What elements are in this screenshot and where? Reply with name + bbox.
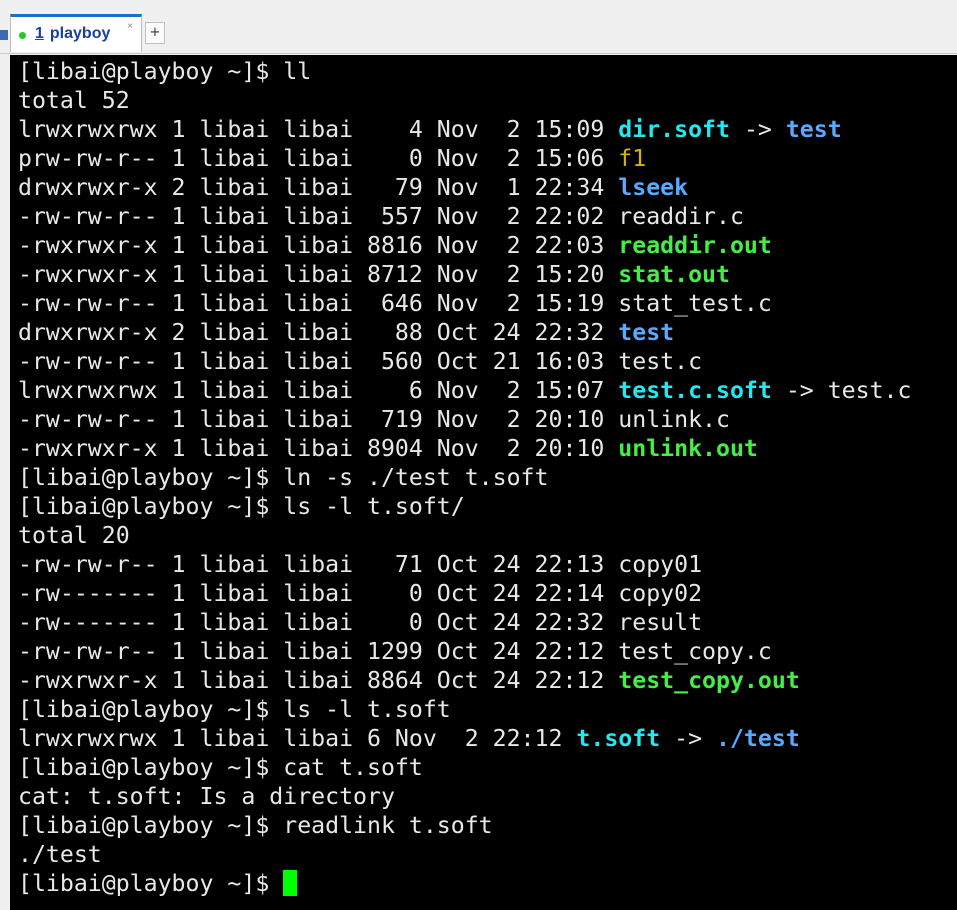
terminal-text: total 52 — [18, 87, 130, 114]
terminal-text: [libai@playboy ~]$ cat t.soft — [18, 754, 423, 781]
terminal-text: prw-rw-r-- 1 libai libai 0 Nov 2 15:06 — [18, 145, 619, 172]
terminal-line: lrwxrwxrwx 1 libai libai 6 Nov 2 22:12 t… — [18, 724, 957, 753]
terminal-line: total 52 — [18, 86, 957, 115]
terminal-colored-name: test — [785, 116, 842, 143]
terminal-text: [libai@playboy ~]$ ls -l t.soft — [18, 696, 451, 723]
terminal-text: -rw-rw-r-- 1 libai libai 1299 Oct 24 22:… — [18, 638, 772, 665]
session-tab-title: playboy — [49, 25, 111, 42]
terminal-text: -rw-rw-r-- 1 libai libai 646 Nov 2 15:19… — [18, 290, 772, 317]
terminal-text: -> — [729, 116, 786, 143]
terminal-line: cat: t.soft: Is a directory — [18, 782, 957, 811]
terminal-line: [libai@playboy ~]$ ls -l t.soft — [18, 695, 957, 724]
terminal-output[interactable]: [libai@playboy ~]$ ll total 52 lrwxrwxrwx … — [10, 55, 957, 910]
terminal-line: -rw-rw-r-- 1 libai libai 719 Nov 2 20:10… — [18, 405, 957, 434]
terminal-text: -rw-rw-r-- 1 libai libai 557 Nov 2 22:02… — [18, 203, 744, 230]
terminal-line: -rw-rw-r-- 1 libai libai 557 Nov 2 22:02… — [18, 202, 957, 231]
terminal-line: drwxrwxr-x 2 libai libai 79 Nov 1 22:34 … — [18, 173, 957, 202]
terminal-text: drwxrwxr-x 2 libai libai 79 Nov 1 22:34 — [18, 174, 619, 201]
terminal-text: drwxrwxr-x 2 libai libai 88 Oct 24 22:32 — [18, 319, 619, 346]
terminal-text: ./test — [18, 841, 102, 868]
terminal-line: -rwxrwxr-x 1 libai libai 8864 Oct 24 22:… — [18, 666, 957, 695]
terminal-text: [libai@playboy ~]$ ll — [18, 58, 312, 85]
text-cursor — [283, 869, 298, 896]
terminal-line: -rw-rw-r-- 1 libai libai 1299 Oct 24 22:… — [18, 637, 957, 666]
terminal-text: -rw------- 1 libai libai 0 Oct 24 22:14 … — [18, 580, 703, 607]
terminal-text: lrwxrwxrwx 1 libai libai 6 Nov 2 22:12 — [18, 725, 577, 752]
terminal-line: total 20 — [18, 521, 957, 550]
terminal-text: [libai@playboy ~]$ ls -l t.soft/ — [18, 493, 465, 520]
terminal-text: [libai@playboy ~]$ ln -s ./test t.soft — [18, 464, 549, 491]
terminal-text: -> test.c — [771, 377, 912, 404]
terminal-line: -rw-rw-r-- 1 libai libai 646 Nov 2 15:19… — [18, 289, 957, 318]
session-tab[interactable]: 1 playboy × — [10, 14, 142, 52]
terminal-line: [libai@playboy ~]$ — [18, 869, 957, 898]
terminal-line: ./test — [18, 840, 957, 869]
terminal-line: [libai@playboy ~]$ cat t.soft — [18, 753, 957, 782]
terminal-text: [libai@playboy ~]$ readlink t.soft — [18, 812, 493, 839]
terminal-text: -> — [660, 725, 717, 752]
terminal-line: -rw-rw-r-- 1 libai libai 560 Oct 21 16:0… — [18, 347, 957, 376]
terminal-colored-name: test.c.soft — [618, 377, 772, 404]
terminal-colored-name: stat.out — [618, 261, 730, 288]
terminal-text: -rw-rw-r-- 1 libai libai 719 Nov 2 20:10… — [18, 406, 730, 433]
terminal-text: -rw------- 1 libai libai 0 Oct 24 22:32 … — [18, 609, 703, 636]
terminal-line: [libai@playboy ~]$ ln -s ./test t.soft — [18, 463, 957, 492]
terminal-colored-name: test_copy.out — [618, 667, 800, 694]
terminal-line: -rwxrwxr-x 1 libai libai 8712 Nov 2 15:2… — [18, 260, 957, 289]
terminal-line: -rw------- 1 libai libai 0 Oct 24 22:14 … — [18, 579, 957, 608]
terminal-line: -rw------- 1 libai libai 0 Oct 24 22:32 … — [18, 608, 957, 637]
terminal-line: prw-rw-r-- 1 libai libai 0 Nov 2 15:06 f… — [18, 144, 957, 173]
terminal-line: drwxrwxr-x 2 libai libai 88 Oct 24 22:32… — [18, 318, 957, 347]
new-tab-button[interactable]: + — [145, 22, 165, 44]
terminal-text: -rwxrwxr-x 1 libai libai 8816 Nov 2 22:0… — [18, 232, 619, 259]
tab-bar-edge-marker — [0, 30, 8, 40]
terminal-colored-name: readdir.out — [618, 232, 772, 259]
terminal-text: -rw-rw-r-- 1 libai libai 560 Oct 21 16:0… — [18, 348, 703, 375]
terminal-colored-name: dir.soft — [618, 116, 730, 143]
close-tab-icon[interactable]: × — [127, 21, 133, 32]
terminal-text: total 20 — [18, 522, 130, 549]
terminal-line: [libai@playboy ~]$ readlink t.soft — [18, 811, 957, 840]
connection-status-icon — [19, 32, 26, 39]
terminal-text: lrwxrwxrwx 1 libai libai 4 Nov 2 15:09 — [18, 116, 619, 143]
terminal-line: -rwxrwxr-x 1 libai libai 8904 Nov 2 20:1… — [18, 434, 957, 463]
terminal-text: -rw-rw-r-- 1 libai libai 71 Oct 24 22:13… — [18, 551, 703, 578]
terminal-line: [libai@playboy ~]$ ll — [18, 57, 957, 86]
terminal-colored-name: ./test — [716, 725, 800, 752]
terminal-colored-name: test — [618, 319, 675, 346]
terminal-line: lrwxrwxrwx 1 libai libai 6 Nov 2 15:07 t… — [18, 376, 957, 405]
terminal-line: -rwxrwxr-x 1 libai libai 8816 Nov 2 22:0… — [18, 231, 957, 260]
terminal-line: [libai@playboy ~]$ ls -l t.soft/ — [18, 492, 957, 521]
terminal-text: -rwxrwxr-x 1 libai libai 8864 Oct 24 22:… — [18, 667, 619, 694]
tab-bar: 1 playboy × + — [0, 0, 957, 54]
terminal-text: -rwxrwxr-x 1 libai libai 8904 Nov 2 20:1… — [18, 435, 619, 462]
terminal-line: -rw-rw-r-- 1 libai libai 71 Oct 24 22:13… — [18, 550, 957, 579]
terminal-text: cat: t.soft: Is a directory — [18, 783, 395, 810]
session-tab-label: 1 playboy — [35, 25, 110, 43]
terminal-text: lrwxrwxrwx 1 libai libai 6 Nov 2 15:07 — [18, 377, 619, 404]
terminal-colored-name: lseek — [618, 174, 689, 201]
terminal-colored-name: unlink.out — [618, 435, 758, 462]
terminal-line: lrwxrwxrwx 1 libai libai 4 Nov 2 15:09 d… — [18, 115, 957, 144]
terminal-colored-name: t.soft — [576, 725, 661, 752]
session-tab-number: 1 — [35, 25, 44, 42]
terminal-colored-name: f1 — [618, 145, 647, 172]
terminal-text: [libai@playboy ~]$ — [18, 870, 284, 897]
terminal-text: -rwxrwxr-x 1 libai libai 8712 Nov 2 15:2… — [18, 261, 619, 288]
